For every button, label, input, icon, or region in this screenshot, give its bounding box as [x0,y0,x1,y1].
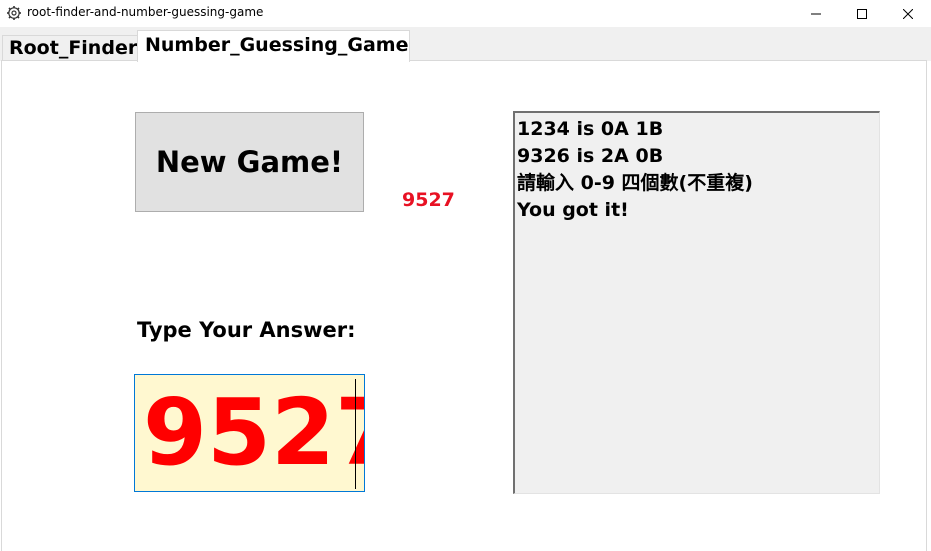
minimize-button[interactable] [793,0,839,27]
close-button[interactable] [885,0,931,27]
text-caret [355,379,356,489]
minimize-icon [811,9,821,19]
secret-number: 9527 [402,189,455,211]
tab-root-finder[interactable]: Root_Finder [2,35,138,61]
answer-input[interactable]: 9527 [134,374,365,492]
answer-prompt-label: Type Your Answer: [137,318,356,342]
title-bar: root-finder-and-number-guessing-game [0,0,931,27]
close-icon [903,8,913,19]
log-line: 請輸入 0-9 四個數(不重複) [517,172,753,194]
log-line: You got it! [517,199,629,221]
answer-value: 9527 [143,379,364,486]
log-line: 1234 is 0A 1B [517,118,664,140]
guess-log[interactable]: 1234 is 0A 1B 9326 is 2A 0B 請輸入 0-9 四個數(… [513,111,880,494]
gear-icon [6,5,22,21]
tab-number-guessing-game[interactable]: Number_Guessing_Game [137,30,410,62]
window-title: root-finder-and-number-guessing-game [27,5,264,19]
maximize-icon [857,8,867,19]
log-line: 9326 is 2A 0B [517,145,664,167]
new-game-button[interactable]: New Game! [135,112,364,212]
maximize-button[interactable] [839,0,885,27]
